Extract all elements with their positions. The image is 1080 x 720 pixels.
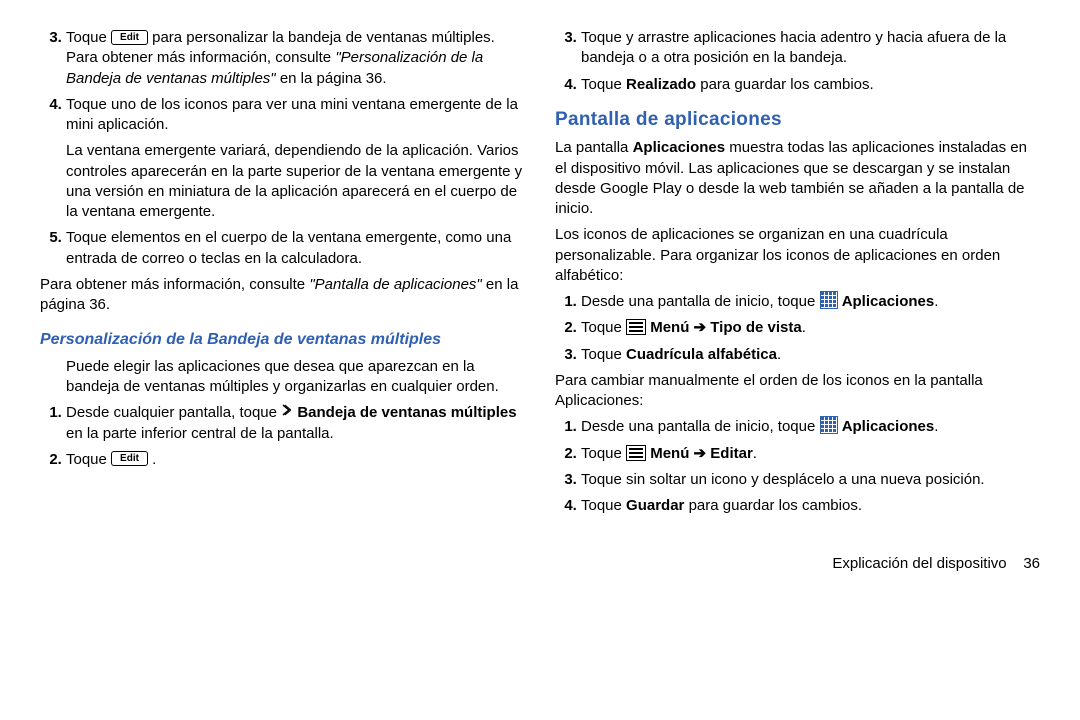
page-number: 36 bbox=[1023, 555, 1040, 572]
left-steps-continued: Toque Edit para personalizar la bandeja … bbox=[40, 28, 525, 269]
rstep-4: Toque Realizado para guardar los cambios… bbox=[581, 75, 1040, 95]
astep-3: Toque Cuadrícula alfabética. bbox=[581, 345, 1040, 365]
astep-1: Desde una pantalla de inicio, toque Apli… bbox=[581, 292, 1040, 312]
step-4-detail: La ventana emergente variará, dependiend… bbox=[66, 141, 525, 222]
left-column: Toque Edit para personalizar la bandeja … bbox=[40, 24, 525, 575]
pstep-2: Toque Edit . bbox=[66, 450, 525, 470]
page-footer: Explicación del dispositivo 36 bbox=[555, 554, 1040, 574]
section-title: Explicación del dispositivo bbox=[832, 555, 1006, 572]
right-p1: La pantalla Aplicaciones muestra todas l… bbox=[555, 138, 1040, 219]
right-column: Toque y arrastre aplicaciones hacia aden… bbox=[555, 24, 1040, 575]
right-manual-steps: Desde una pantalla de inicio, toque Apli… bbox=[555, 417, 1040, 516]
menu-icon bbox=[626, 319, 646, 335]
step-4: Toque uno de los iconos para ver una min… bbox=[66, 95, 525, 223]
heading-personalizacion: Personalización de la Bandeja de ventana… bbox=[40, 329, 525, 351]
heading-pantalla-aplicaciones: Pantalla de aplicaciones bbox=[555, 107, 1040, 133]
step-5: Toque elementos en el cuerpo de la venta… bbox=[66, 228, 525, 269]
rstep-3: Toque y arrastre aplicaciones hacia aden… bbox=[581, 28, 1040, 69]
apps-grid-icon bbox=[820, 291, 838, 309]
mstep-2: Toque Menú ➔ Editar. bbox=[581, 444, 1040, 464]
apps-grid-icon bbox=[820, 416, 838, 434]
right-alpha-steps: Desde una pantalla de inicio, toque Apli… bbox=[555, 292, 1040, 365]
left-p1: Puede elegir las aplicaciones que desea … bbox=[66, 357, 525, 398]
mstep-4: Toque Guardar para guardar los cambios. bbox=[581, 496, 1040, 516]
left-more-info: Para obtener más información, consulte "… bbox=[40, 275, 525, 316]
right-steps-continued: Toque y arrastre aplicaciones hacia aden… bbox=[555, 28, 1040, 95]
astep-2: Toque Menú ➔ Tipo de vista. bbox=[581, 318, 1040, 338]
right-p3: Para cambiar manualmente el orden de los… bbox=[555, 371, 1040, 412]
edit-icon: Edit bbox=[111, 30, 148, 45]
chevron-icon bbox=[281, 403, 291, 423]
mstep-1: Desde una pantalla de inicio, toque Apli… bbox=[581, 417, 1040, 437]
page-columns: Toque Edit para personalizar la bandeja … bbox=[40, 24, 1040, 575]
mstep-3: Toque sin soltar un icono y desplácelo a… bbox=[581, 470, 1040, 490]
left-personalization-steps: Desde cualquier pantalla, toque Bandeja … bbox=[40, 403, 525, 470]
edit-icon: Edit bbox=[111, 451, 148, 466]
menu-icon bbox=[626, 445, 646, 461]
right-p2: Los iconos de aplicaciones se organizan … bbox=[555, 225, 1040, 286]
pstep-1: Desde cualquier pantalla, toque Bandeja … bbox=[66, 403, 525, 444]
step-3: Toque Edit para personalizar la bandeja … bbox=[66, 28, 525, 89]
